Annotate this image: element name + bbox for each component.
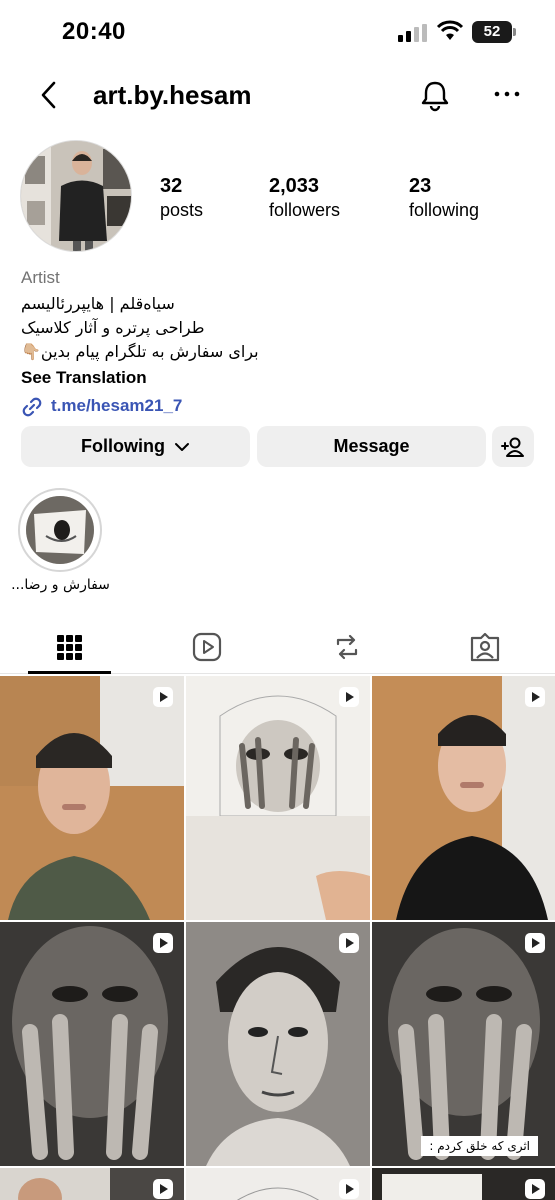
reel-badge-icon (339, 687, 359, 707)
grid-post[interactable]: اثری که خلق کردم : (372, 922, 555, 1166)
reel-badge-icon (525, 1179, 545, 1199)
stat-following-label: following (409, 200, 480, 220)
chevron-down-icon (175, 443, 189, 452)
grid-post[interactable] (186, 1168, 370, 1200)
bio-line-3: برای سفارش به تلگرام پیام بدین👇🏼 (21, 342, 259, 361)
stat-posts-value: 32 (160, 175, 183, 197)
wifi-icon (436, 20, 464, 40)
notification-bell-icon[interactable] (418, 78, 452, 112)
message-button[interactable]: Message (257, 426, 486, 467)
status-time: 20:40 (62, 18, 126, 45)
grid-post[interactable] (0, 922, 184, 1166)
reel-badge-icon (525, 933, 545, 953)
add-user-icon (501, 437, 524, 457)
suggest-people-button[interactable] (492, 426, 534, 467)
grid-post[interactable] (372, 676, 555, 920)
status-bar: 20:40 52 (0, 0, 555, 64)
following-button-label: Following (81, 436, 165, 456)
reel-badge-icon (525, 687, 545, 707)
bio-external-link[interactable]: t.me/hesam21_7 (21, 392, 521, 420)
bio-line-1: سیاه‌قلم | هایپررئالیسم (21, 294, 175, 313)
highlight-label: سفارش و رضا... (11, 577, 110, 593)
grid-post[interactable] (0, 676, 184, 920)
grid-post[interactable] (372, 1168, 555, 1200)
reel-badge-icon (339, 933, 359, 953)
stat-posts[interactable]: 32 posts (160, 175, 203, 221)
bio-link-text: t.me/hesam21_7 (51, 396, 183, 415)
posts-grid-icon[interactable] (52, 630, 86, 664)
stat-following[interactable]: 23 following (409, 175, 479, 221)
profile-category: Artist (21, 268, 60, 287)
message-button-label: Message (333, 436, 410, 456)
following-button[interactable]: Following (21, 426, 250, 467)
grid-post[interactable] (186, 922, 370, 1166)
stat-posts-label: posts (160, 200, 204, 220)
stat-following-value: 23 (409, 175, 432, 197)
profile-tabs (0, 622, 555, 674)
battery-icon: 52 (472, 21, 516, 43)
highlight-cover (26, 496, 94, 564)
grid-post[interactable] (0, 1168, 184, 1200)
see-translation-link[interactable]: See Translation (21, 366, 521, 390)
reels-icon[interactable] (190, 630, 224, 664)
profile-username: art.by.hesam (93, 80, 252, 110)
signal-icon (398, 24, 427, 42)
tagged-icon[interactable] (468, 630, 502, 664)
more-options-icon[interactable] (490, 82, 524, 106)
profile-header: art.by.hesam (0, 70, 555, 120)
reel-badge-icon (153, 687, 173, 707)
reel-badge-icon (153, 933, 173, 953)
story-highlight[interactable] (18, 488, 102, 572)
profile-avatar[interactable] (20, 140, 132, 252)
bio-line-2: طراحی پرتره و آثار کلاسیک (21, 318, 205, 337)
link-icon (22, 397, 42, 416)
reposts-icon[interactable] (330, 630, 364, 664)
stat-followers-value: 2,033 (269, 175, 320, 197)
active-tab-indicator (28, 671, 111, 674)
back-icon[interactable] (34, 80, 64, 110)
post-caption-overlay: اثری که خلق کردم : (421, 1136, 538, 1156)
profile-bio: Artist سیاه‌قلم | هایپررئالیسم طراحی پرت… (21, 268, 521, 420)
reel-badge-icon (339, 1179, 359, 1199)
grid-post[interactable] (186, 676, 370, 920)
reel-badge-icon (153, 1179, 173, 1199)
stat-followers-label: followers (269, 200, 341, 220)
stat-followers[interactable]: 2,033 followers (269, 175, 340, 221)
